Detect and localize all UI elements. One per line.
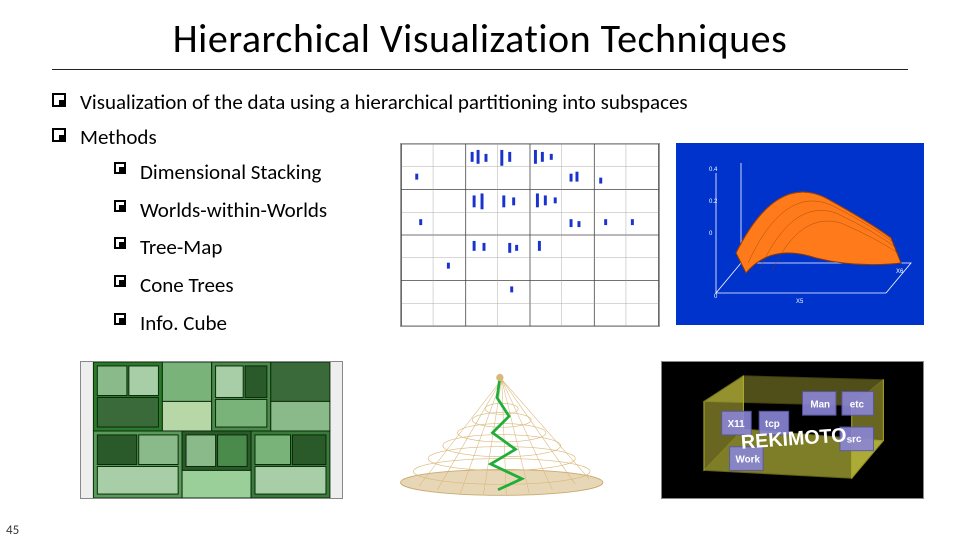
svg-text:0.2: 0.2 bbox=[709, 199, 718, 205]
bullet-square-icon bbox=[52, 128, 66, 142]
figure-cone-tree bbox=[361, 361, 642, 499]
bullet-square-icon bbox=[114, 275, 126, 287]
figure-dimensional-stacking bbox=[400, 143, 660, 327]
cube-label: Work bbox=[735, 455, 760, 466]
bullet-square-icon bbox=[52, 93, 66, 107]
bottom-figures-row: Man etc X11 tcp src Work REKIMOTO bbox=[80, 350, 924, 510]
sub-bullet-item: Cone Trees bbox=[114, 268, 386, 304]
sub-bullet-text: Cone Trees bbox=[140, 268, 234, 304]
sub-bullet-text: Worlds-within-Worlds bbox=[140, 193, 327, 229]
cube-label: src bbox=[846, 434, 862, 446]
sub-bullet-text: Dimensional Stacking bbox=[140, 155, 321, 191]
figure-worlds-within-worlds: 0.40.20 0X5X6 bbox=[676, 143, 924, 325]
title-underline bbox=[52, 69, 908, 70]
svg-text:X5: X5 bbox=[796, 299, 804, 305]
svg-text:0.4: 0.4 bbox=[709, 167, 718, 173]
page-number: 45 bbox=[6, 523, 19, 538]
sub-bullet-item: Tree-Map bbox=[114, 230, 386, 266]
sub-bullet-item: Dimensional Stacking bbox=[114, 155, 386, 191]
bullet-text: Visualization of the data using a hierar… bbox=[80, 86, 688, 119]
cube-label: etc bbox=[850, 399, 865, 410]
figure-infocube: Man etc X11 tcp src Work REKIMOTO bbox=[661, 361, 924, 499]
slide-title: Hierarchical Visualization Techniques bbox=[0, 0, 960, 67]
bullet-square-icon bbox=[114, 162, 126, 174]
bullet-square-icon bbox=[114, 200, 126, 212]
right-figures: 0.40.20 0X5X6 bbox=[386, 155, 924, 343]
bullet-item: Visualization of the data using a hierar… bbox=[52, 86, 924, 119]
bullet-square-icon bbox=[114, 237, 126, 249]
sub-bullets: Dimensional Stacking Worlds-within-World… bbox=[36, 155, 386, 343]
sub-bullet-text: Tree-Map bbox=[140, 230, 222, 266]
svg-text:X6: X6 bbox=[896, 269, 904, 275]
figure-tree-map bbox=[80, 361, 343, 499]
bullet-text: Methods bbox=[80, 121, 157, 154]
sub-bullet-item: Worlds-within-Worlds bbox=[114, 193, 386, 229]
sub-bullet-text: Info. Cube bbox=[140, 306, 227, 342]
cube-label: X11 bbox=[727, 419, 744, 430]
sub-bullet-item: Info. Cube bbox=[114, 306, 386, 342]
bullet-square-icon bbox=[114, 313, 126, 325]
cube-label: Man bbox=[810, 399, 830, 410]
